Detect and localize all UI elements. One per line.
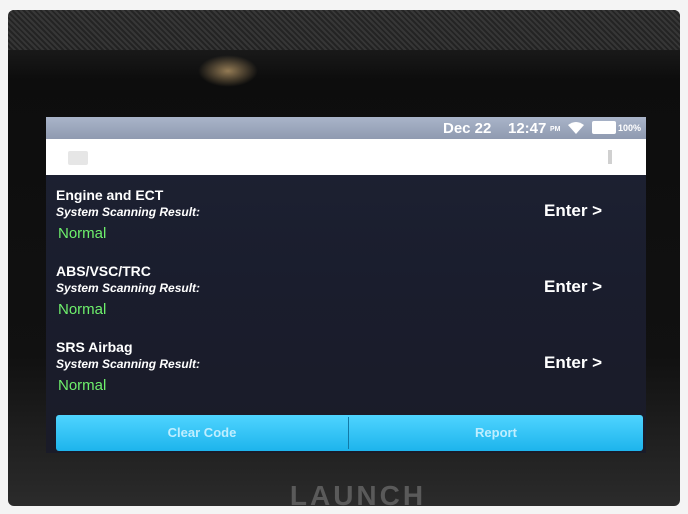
bottom-action-bar: Clear Code Report [56,415,643,451]
enter-button-engine[interactable]: Enter > [544,197,614,225]
system-name: ABS/VSC/TRC [56,263,151,279]
device-bezel [8,10,680,50]
system-name: SRS Airbag [56,339,133,355]
status-date: Dec 22 [443,120,492,137]
status-bar: Dec 22 12:47 PM 100% [46,117,646,139]
brand-logo: LAUNCH [289,480,427,511]
scan-result-value: Normal [58,225,107,242]
scan-result-label: System Scanning Result: [56,205,201,219]
back-icon[interactable] [68,151,88,165]
battery-percent: 100% [618,123,642,133]
system-row-abs: ABS/VSC/TRC System Scanning Result: Norm… [46,255,646,327]
system-row-engine: Engine and ECT System Scanning Result: N… [46,179,646,251]
system-row-srs: SRS Airbag System Scanning Result: Norma… [46,331,646,403]
report-button[interactable]: Report [349,415,643,451]
scan-result-label: System Scanning Result: [56,357,201,371]
wifi-icon [567,121,585,139]
device-screen: Dec 22 12:47 PM 100% Engine and ECT Syst… [46,117,646,453]
status-time: 12:47 [508,120,547,137]
battery-icon [592,121,616,134]
system-name: Engine and ECT [56,187,164,203]
light-reflection [198,55,258,87]
menu-icon[interactable] [608,150,612,164]
scan-result-value: Normal [58,301,107,318]
clear-codes-button[interactable]: Clear Code [56,415,348,451]
scan-result-label: System Scanning Result: [56,281,201,295]
status-ampm: PM [550,126,561,133]
title-bar [46,139,646,175]
enter-button-abs[interactable]: Enter > [544,273,614,301]
scan-result-value: Normal [58,377,107,394]
enter-button-srs[interactable]: Enter > [544,349,614,377]
